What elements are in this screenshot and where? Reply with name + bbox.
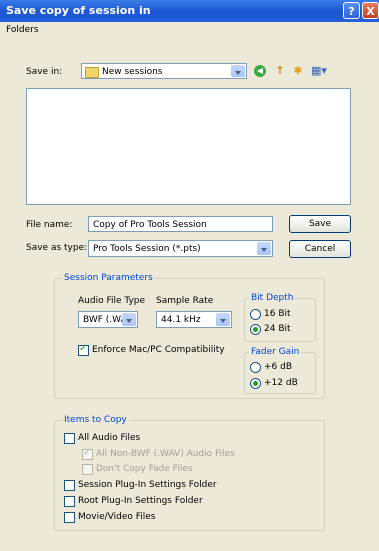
sample-rate-value: 44.1 kHz xyxy=(161,315,201,325)
fader-gain-12-label: +12 dB xyxy=(264,378,298,388)
back-icon[interactable]: ◀ xyxy=(254,65,266,77)
help-button[interactable]: ? xyxy=(343,2,360,19)
views-menu-icon[interactable]: ▦▾ xyxy=(308,64,330,78)
all-audio-files-checkbox[interactable] xyxy=(64,433,75,444)
bit-depth-title: Bit Depth xyxy=(249,293,296,303)
save-in-value: New sessions xyxy=(102,67,163,77)
new-folder-icon[interactable]: ✱ xyxy=(290,64,306,78)
root-plugin-checkbox[interactable] xyxy=(64,496,75,507)
movie-video-checkbox[interactable] xyxy=(64,512,75,523)
fader-gain-12-radio[interactable] xyxy=(250,378,261,389)
enforce-compatibility-label: Enforce Mac/PC Compatibility xyxy=(92,345,225,355)
chevron-down-icon[interactable] xyxy=(257,242,271,255)
bit-depth-24-label: 24 Bit xyxy=(264,324,291,334)
save-in-label: Save in: xyxy=(26,67,63,77)
cancel-button[interactable]: Cancel xyxy=(289,240,351,258)
save-in-combo[interactable]: New sessions xyxy=(81,63,247,79)
audio-file-type-label: Audio File Type xyxy=(78,296,146,306)
chevron-down-icon[interactable] xyxy=(216,313,230,326)
sample-rate-label: Sample Rate xyxy=(156,296,214,306)
session-plugin-label: Session Plug-In Settings Folder xyxy=(78,480,217,490)
up-folder-icon[interactable]: ↑ xyxy=(272,64,288,78)
save-button[interactable]: Save xyxy=(289,215,351,233)
file-list[interactable] xyxy=(26,88,351,205)
chevron-down-icon[interactable] xyxy=(122,313,136,326)
bit-depth-24-radio[interactable] xyxy=(250,324,261,335)
menu-folders[interactable]: Folders xyxy=(6,25,39,35)
folder-icon xyxy=(85,67,99,78)
window-title: Save copy of session in xyxy=(6,4,151,17)
root-plugin-label: Root Plug-In Settings Folder xyxy=(78,496,203,506)
bit-depth-16-label: 16 Bit xyxy=(264,309,291,319)
menu-bar: Folders xyxy=(0,22,379,38)
dont-copy-fade-label: Don't Copy Fade Files xyxy=(96,464,193,474)
bit-depth-16-radio[interactable] xyxy=(250,309,261,320)
title-bar: Save copy of session in ? X xyxy=(0,0,379,22)
audio-file-type-select[interactable]: BWF (.WA xyxy=(78,311,138,328)
session-parameters-title: Session Parameters xyxy=(62,273,155,283)
save-as-type-combo[interactable]: Pro Tools Session (*.pts) xyxy=(88,240,273,257)
dont-copy-fade-checkbox[interactable] xyxy=(82,464,93,475)
all-audio-files-label: All Audio Files xyxy=(78,433,141,443)
save-copy-dialog: Save copy of session in ? X Folders Save… xyxy=(0,0,379,551)
sample-rate-select[interactable]: 44.1 kHz xyxy=(156,311,232,328)
bit-depth-group: Bit Depth xyxy=(244,293,316,342)
enforce-compatibility-checkbox[interactable] xyxy=(78,343,89,356)
fader-gain-title: Fader Gain xyxy=(249,347,302,357)
close-button[interactable]: X xyxy=(362,2,379,19)
file-name-label: File name: xyxy=(26,220,73,230)
chevron-down-icon[interactable] xyxy=(231,65,245,77)
audio-file-type-value: BWF (.WA xyxy=(83,315,127,325)
fader-gain-6-label: +6 dB xyxy=(264,362,293,372)
all-non-bwf-checkbox[interactable] xyxy=(82,447,93,460)
file-name-value: Copy of Pro Tools Session xyxy=(93,220,207,230)
save-as-type-value: Pro Tools Session (*.pts) xyxy=(93,244,201,254)
save-as-type-label: Save as type: xyxy=(26,243,88,253)
items-to-copy-title: Items to Copy xyxy=(62,415,129,425)
file-name-input[interactable]: Copy of Pro Tools Session xyxy=(88,216,273,232)
all-non-bwf-label: All Non-BWF (.WAV) Audio Files xyxy=(96,449,235,459)
movie-video-label: Movie/Video Files xyxy=(78,512,156,522)
session-plugin-checkbox[interactable] xyxy=(64,480,75,491)
fader-gain-6-radio[interactable] xyxy=(250,362,261,373)
